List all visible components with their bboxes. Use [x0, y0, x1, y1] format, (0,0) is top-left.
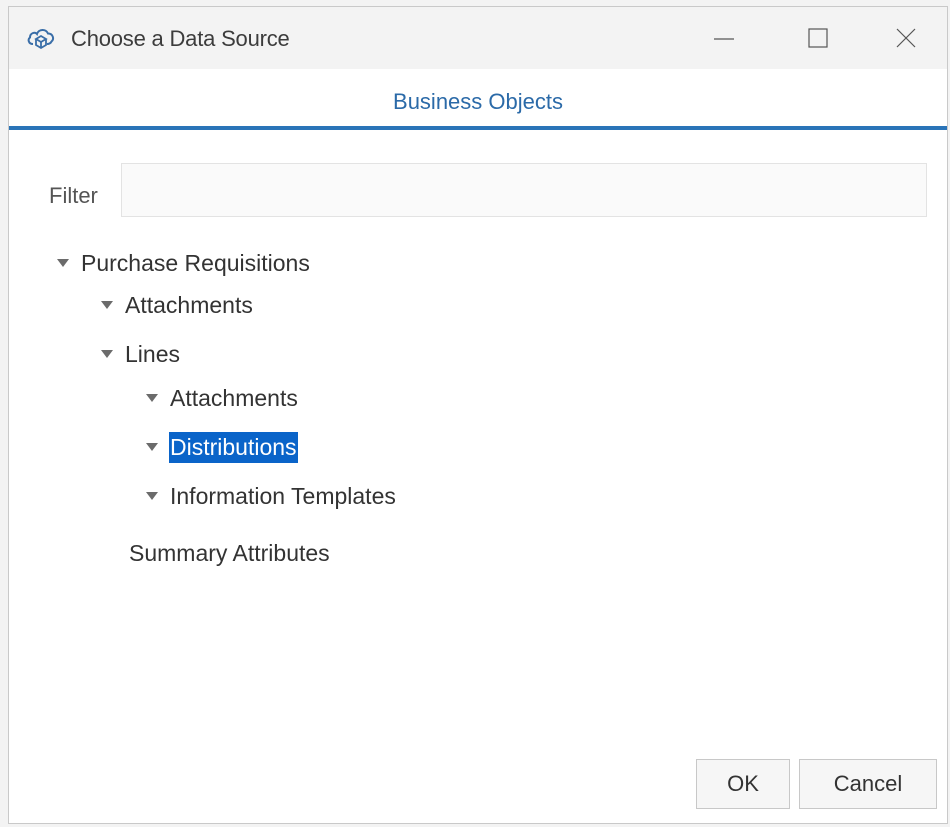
cloud-data-icon [26, 25, 56, 51]
tree-node-label: Attachments [170, 384, 298, 411]
tab-active-indicator [9, 126, 947, 130]
tree-node-label: Lines [125, 340, 180, 367]
minimize-icon [714, 38, 734, 40]
tree-node-label: Attachments [125, 291, 253, 318]
tree-node-distributions[interactable]: Distributions [143, 431, 298, 463]
expand-triangle-icon[interactable] [98, 296, 116, 314]
tab-bar: Business Objects [9, 69, 947, 131]
window-title: Choose a Data Source [71, 26, 290, 51]
expand-triangle-icon[interactable] [143, 487, 161, 505]
maximize-button[interactable] [773, 7, 863, 69]
tab-business-objects[interactable]: Business Objects [9, 89, 947, 115]
expand-triangle-icon[interactable] [143, 438, 161, 456]
tree-node-label: Summary Attributes [129, 539, 330, 566]
tree-node-lines-attachments[interactable]: Attachments [143, 382, 299, 414]
expand-triangle-icon[interactable] [98, 345, 116, 363]
tree-node-attachments[interactable]: Attachments [98, 289, 254, 321]
ok-button[interactable]: OK [696, 759, 790, 809]
tree-node-purchase-requisitions[interactable]: Purchase Requisitions [54, 247, 311, 279]
tree-node-label-selected: Distributions [169, 431, 298, 463]
filter-label: Filter [49, 183, 98, 208]
maximize-icon [808, 28, 828, 48]
tree-node-summary-attributes[interactable]: Summary Attributes [128, 537, 331, 569]
expand-triangle-icon[interactable] [54, 254, 72, 272]
expand-triangle-icon[interactable] [143, 389, 161, 407]
close-button[interactable] [861, 7, 947, 69]
dialog-window: Choose a Data Source Business Objects Fi… [8, 6, 948, 824]
tree-node-lines[interactable]: Lines [98, 338, 181, 370]
tree-node-label: Information Templates [170, 482, 396, 509]
cancel-button[interactable]: Cancel [799, 759, 937, 809]
filter-input[interactable] [121, 163, 927, 217]
close-icon [896, 28, 916, 48]
title-bar[interactable]: Choose a Data Source [9, 7, 947, 69]
tree-node-information-templates[interactable]: Information Templates [143, 480, 397, 512]
tree-node-label: Purchase Requisitions [81, 249, 310, 276]
minimize-button[interactable] [679, 7, 769, 69]
